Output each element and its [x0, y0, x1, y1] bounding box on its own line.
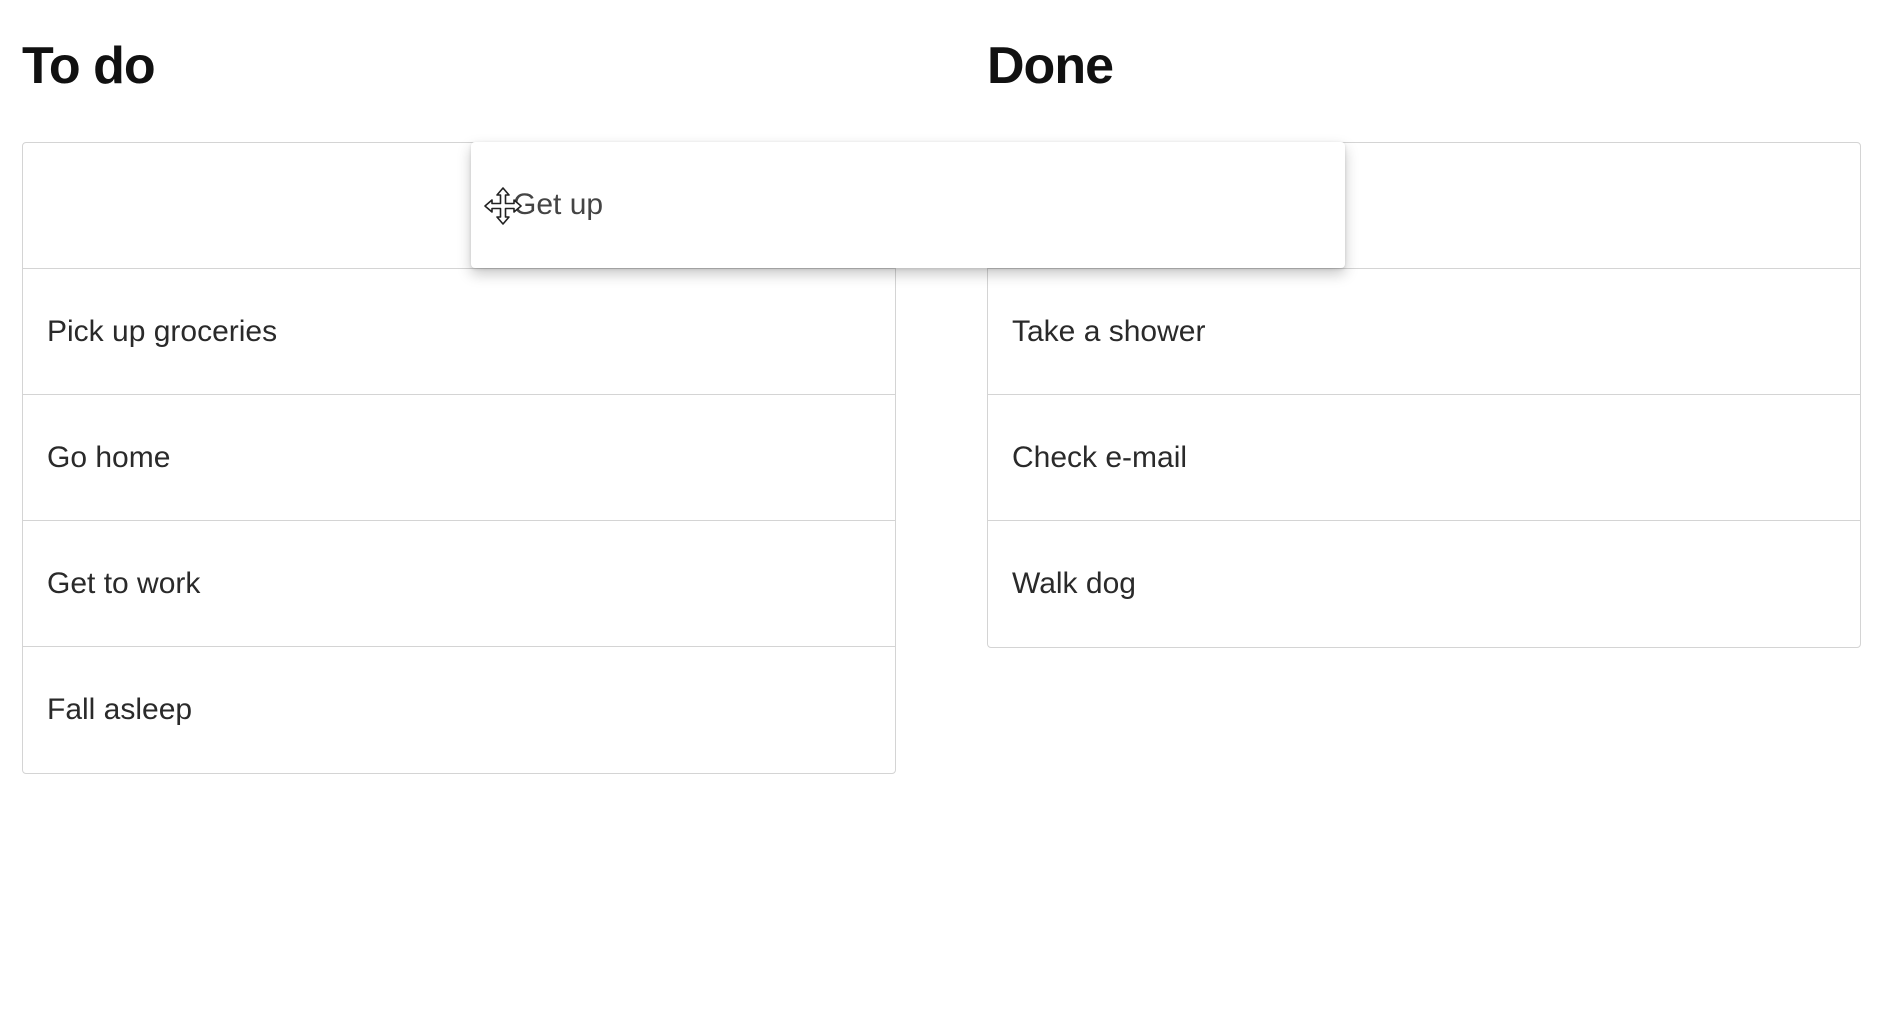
dragged-item-label: Get up — [513, 188, 604, 221]
done-column-title: Done — [987, 37, 1114, 95]
todo-column-title: To do — [22, 37, 156, 95]
kanban-board: To do Pick up groceries Go home Get to w… — [0, 0, 1879, 1020]
list-item[interactable]: Go home — [23, 395, 895, 521]
list-item[interactable]: Fall asleep — [23, 647, 895, 773]
list-item[interactable]: Take a shower — [988, 269, 1860, 395]
list-item[interactable]: Get to work — [23, 521, 895, 647]
list-item[interactable]: Check e-mail — [988, 395, 1860, 521]
list-item[interactable]: Pick up groceries — [23, 269, 895, 395]
dragged-item[interactable]: Get up — [471, 142, 1345, 268]
move-cursor-icon — [484, 187, 522, 225]
list-item[interactable]: Walk dog — [988, 521, 1860, 647]
